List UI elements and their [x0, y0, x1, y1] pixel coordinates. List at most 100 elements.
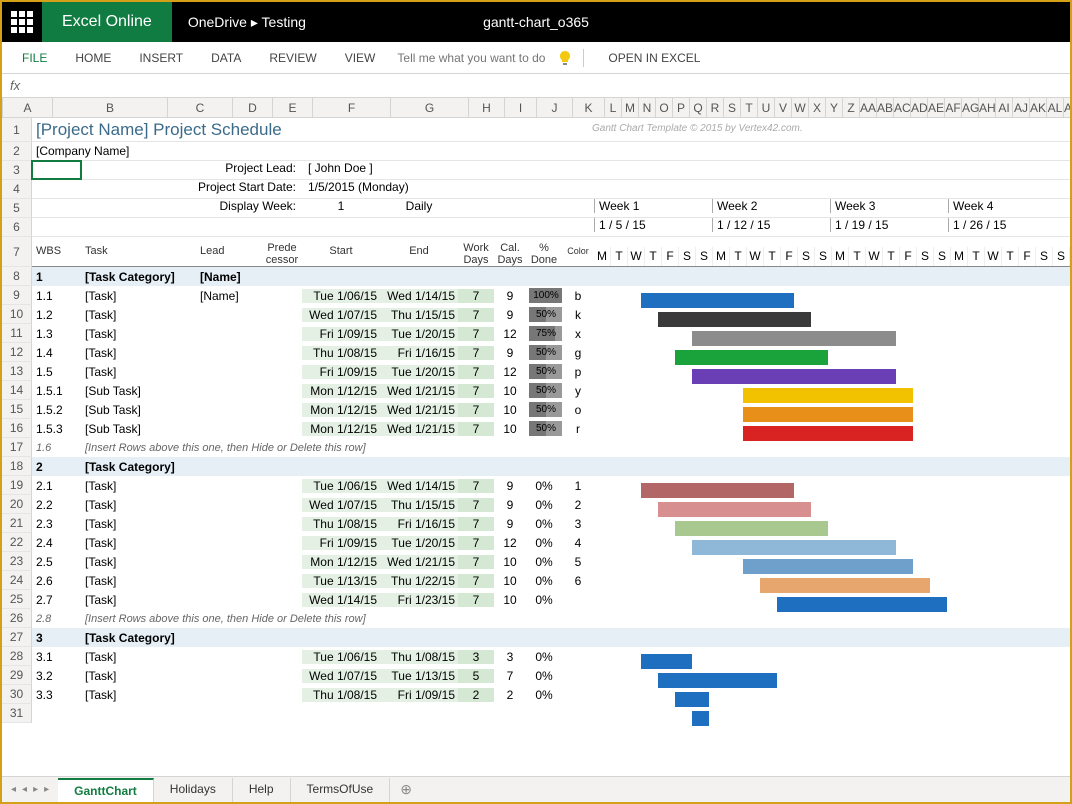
row-6[interactable]: 1 / 5 / 151 / 12 / 151 / 19 / 151 / 26 /…: [32, 218, 1070, 237]
ribbon-tab-file[interactable]: FILE: [8, 42, 61, 74]
col-header-Y[interactable]: Y: [826, 98, 843, 117]
gantt-bar[interactable]: [743, 559, 913, 574]
document-name[interactable]: gantt-chart_o365: [483, 14, 589, 30]
sheet-tab-termsofuse[interactable]: TermsOfUse: [291, 778, 391, 802]
col-header-D[interactable]: D: [233, 98, 273, 117]
task-row[interactable]: 1.1 [Task] [Name] Tue 1/06/15 Wed 1/14/1…: [32, 286, 1070, 305]
col-header-V[interactable]: V: [775, 98, 792, 117]
col-header-I[interactable]: I: [505, 98, 537, 117]
tell-me-input[interactable]: [393, 47, 553, 69]
col-header-C[interactable]: C: [168, 98, 233, 117]
row-header-20[interactable]: 20: [2, 495, 32, 514]
gantt-bar[interactable]: [658, 312, 811, 327]
task-row[interactable]: 2.1 [Task] Tue 1/06/15 Wed 1/14/15 7 9 0…: [32, 476, 1070, 495]
col-header-S[interactable]: S: [724, 98, 741, 117]
gantt-bar[interactable]: [692, 331, 896, 346]
row-headers[interactable]: 1234567891011121314151617181920212223242…: [2, 118, 32, 723]
col-header-AM[interactable]: AM: [1064, 98, 1070, 117]
col-header-AD[interactable]: AD: [911, 98, 928, 117]
col-header-Q[interactable]: Q: [690, 98, 707, 117]
ribbon-tab-data[interactable]: DATA: [197, 42, 255, 74]
row-header-26[interactable]: 26: [2, 609, 32, 628]
sheet-nav-prev-icon[interactable]: ◂: [19, 784, 30, 795]
col-header-P[interactable]: P: [673, 98, 690, 117]
task-row[interactable]: 1.3 [Task] Fri 1/09/15 Tue 1/20/15 7 12 …: [32, 324, 1070, 343]
col-header-K[interactable]: K: [573, 98, 605, 117]
ribbon-tab-view[interactable]: VIEW: [331, 42, 390, 74]
row-header-11[interactable]: 11: [2, 324, 32, 343]
row-header-6[interactable]: 6: [2, 218, 32, 237]
row-2[interactable]: [Company Name]: [32, 142, 1070, 161]
gantt-bar[interactable]: [641, 483, 794, 498]
task-row[interactable]: 3.1 [Task] Tue 1/06/15 Thu 1/08/15 3 3 0…: [32, 647, 1070, 666]
col-header-AH[interactable]: AH: [979, 98, 996, 117]
ribbon-tab-review[interactable]: REVIEW: [255, 42, 330, 74]
add-sheet-button[interactable]: ⊕: [390, 781, 422, 798]
col-header-T[interactable]: T: [741, 98, 758, 117]
breadcrumb-folder[interactable]: Testing: [262, 14, 306, 30]
col-header-AL[interactable]: AL: [1047, 98, 1064, 117]
col-header-H[interactable]: H: [469, 98, 505, 117]
col-header-W[interactable]: W: [792, 98, 809, 117]
task-row[interactable]: 2.5 [Task] Mon 1/12/15 Wed 1/21/15 7 10 …: [32, 552, 1070, 571]
task-row[interactable]: 1.5.1 [Sub Task] Mon 1/12/15 Wed 1/21/15…: [32, 381, 1070, 400]
gantt-bar[interactable]: [692, 540, 896, 555]
display-mode[interactable]: Daily: [380, 199, 458, 217]
sheet-nav-first-icon[interactable]: ◂: [8, 784, 19, 795]
sheet-tab-holidays[interactable]: Holidays: [154, 778, 233, 802]
col-header-U[interactable]: U: [758, 98, 775, 117]
task-row[interactable]: 2.2 [Task] Wed 1/07/15 Thu 1/15/15 7 9 0…: [32, 495, 1070, 514]
task-row[interactable]: 3.3 [Task] Thu 1/08/15 Fri 1/09/15 2 2 0…: [32, 685, 1070, 704]
col-header-AA[interactable]: AA: [860, 98, 877, 117]
col-header-L[interactable]: L: [605, 98, 622, 117]
row-header-15[interactable]: 15: [2, 400, 32, 419]
gantt-bar[interactable]: [641, 654, 692, 669]
col-header-E[interactable]: E: [273, 98, 313, 117]
task-row[interactable]: 3.2 [Task] Wed 1/07/15 Tue 1/13/15 5 7 0…: [32, 666, 1070, 685]
col-header-F[interactable]: F: [313, 98, 391, 117]
row-header-19[interactable]: 19: [2, 476, 32, 495]
row-header-24[interactable]: 24: [2, 571, 32, 590]
col-header-R[interactable]: R: [707, 98, 724, 117]
formula-bar[interactable]: fx: [2, 74, 1070, 98]
row-header-29[interactable]: 29: [2, 666, 32, 685]
gantt-bar[interactable]: [675, 521, 828, 536]
col-header-O[interactable]: O: [656, 98, 673, 117]
row-header-8[interactable]: 8: [2, 267, 32, 286]
gantt-bar[interactable]: [658, 673, 777, 688]
col-header-A[interactable]: A: [3, 98, 53, 117]
sheet-nav-next-icon[interactable]: ▸: [30, 784, 41, 795]
project-start-value[interactable]: 1/5/2015 (Monday): [302, 180, 462, 198]
col-header-Z[interactable]: Z: [843, 98, 860, 117]
col-header-N[interactable]: N: [639, 98, 656, 117]
task-row[interactable]: 2[Task Category]: [32, 457, 1070, 476]
row-header-17[interactable]: 17: [2, 438, 32, 457]
task-row[interactable]: 3[Task Category]: [32, 628, 1070, 647]
row-header-5[interactable]: 5: [2, 199, 32, 218]
gantt-bar[interactable]: [658, 502, 811, 517]
task-row[interactable]: [32, 704, 1070, 723]
col-header-AC[interactable]: AC: [894, 98, 911, 117]
row-header-12[interactable]: 12: [2, 343, 32, 362]
col-header-AE[interactable]: AE: [928, 98, 945, 117]
row-header-31[interactable]: 31: [2, 704, 32, 723]
task-row[interactable]: 2.4 [Task] Fri 1/09/15 Tue 1/20/15 7 12 …: [32, 533, 1070, 552]
row-header-14[interactable]: 14: [2, 381, 32, 400]
col-header-X[interactable]: X: [809, 98, 826, 117]
row-5[interactable]: Display Week: 1 Daily Week 1Week 2Week 3…: [32, 199, 1070, 218]
row-header-1[interactable]: 1: [2, 118, 32, 142]
task-row[interactable]: 2.3 [Task] Thu 1/08/15 Fri 1/16/15 7 9 0…: [32, 514, 1070, 533]
row-header-9[interactable]: 9: [2, 286, 32, 305]
sheet-nav[interactable]: ◂ ◂ ▸ ▸: [2, 784, 58, 795]
gantt-bar[interactable]: [675, 350, 828, 365]
row-header-7[interactable]: 7: [2, 237, 32, 267]
gantt-bar[interactable]: [675, 692, 709, 707]
gantt-bar[interactable]: [760, 578, 930, 593]
col-header-G[interactable]: G: [391, 98, 469, 117]
gantt-bar[interactable]: [641, 293, 794, 308]
gantt-bar[interactable]: [743, 407, 913, 422]
gantt-bar[interactable]: [777, 597, 947, 612]
sheet-tab-help[interactable]: Help: [233, 778, 291, 802]
column-headers[interactable]: ABCDEFGHIJKLMNOPQRSTUVWXYZAAABACADAEAFAG…: [2, 98, 1070, 118]
row-header-25[interactable]: 25: [2, 590, 32, 609]
